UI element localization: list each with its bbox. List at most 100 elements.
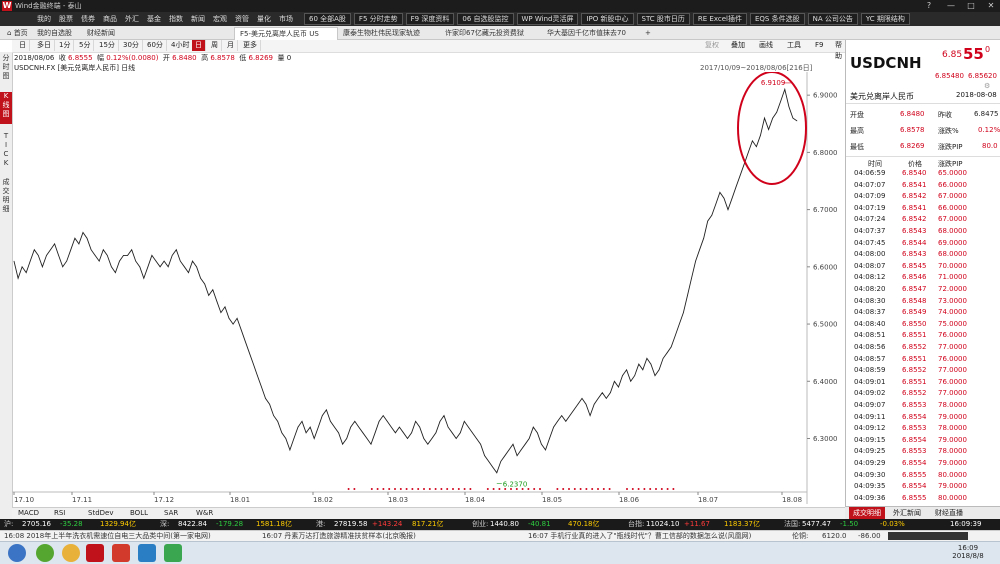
wind-w-icon[interactable] — [112, 544, 130, 562]
index-label[interactable]: 台指: — [628, 519, 644, 530]
period-5min[interactable]: 5分 — [76, 40, 95, 51]
period-toolbar: 日 多日 1分 5分 15分 30分 60分 4小时 日 周 月 更多 复权 叠… — [12, 40, 845, 60]
tab-usdcnh[interactable]: F5-美元兑离岸人民币 US — [234, 27, 338, 40]
fn-stock-screener[interactable]: EQS 条件选股 — [749, 13, 805, 25]
menu-item-market[interactable]: 市场 — [275, 12, 297, 26]
price-point — [236, 318, 238, 319]
price-point — [159, 266, 161, 268]
rail-tick[interactable]: TICK — [0, 132, 12, 172]
rail-kline[interactable]: K线图 — [0, 92, 12, 124]
menu-item-news[interactable]: 新闻 — [187, 12, 209, 26]
quote-price-main: 6.85 — [942, 50, 963, 60]
close-label: 收 — [58, 54, 66, 62]
price-point — [512, 443, 514, 445]
indicator-sar[interactable]: SAR — [164, 508, 178, 519]
period-multi-day[interactable]: 多日 — [34, 40, 55, 51]
signal-dot — [457, 488, 460, 490]
price-point — [378, 421, 380, 422]
indicator-wr[interactable]: W&R — [196, 508, 213, 519]
new-tab-icon[interactable]: + — [640, 27, 656, 39]
fn-intraday[interactable]: F5 分时走势 — [353, 13, 403, 25]
price-chart[interactable]: 6.3000 6.4000 6.5000 6.6000 6.7000 6.8000 6.90… — [12, 72, 845, 504]
fn-term-structure[interactable]: YC 期限结构 — [860, 13, 910, 25]
fn-watchlist-monitor[interactable]: 06 自选股监控 — [457, 13, 514, 25]
minimize-icon[interactable]: — — [946, 1, 956, 11]
tools-button[interactable]: 工具 — [784, 40, 804, 51]
tab-watchlist[interactable]: 我的自选股 — [32, 27, 77, 39]
volume-value: 0 — [286, 54, 292, 62]
tab-news-bgi[interactable]: 华大基因千亿市值抹去70 — [542, 27, 644, 39]
tab-home-label: 首页 — [13, 29, 28, 37]
period-60min[interactable]: 60分 — [144, 40, 167, 51]
indicator-rsi[interactable]: RSI — [54, 508, 65, 519]
menu-item-macro[interactable]: 宏观 — [209, 12, 231, 26]
menu-item-stocks[interactable]: 股票 — [55, 12, 77, 26]
app-icon[interactable] — [138, 544, 156, 562]
index-label[interactable]: 深: — [160, 519, 169, 530]
period-daily[interactable]: 日 — [192, 40, 206, 51]
fn-stock-calendar[interactable]: STC 股市日历 — [636, 13, 690, 25]
menu-item-quant[interactable]: 量化 — [253, 12, 275, 26]
menu-item-asset-mgmt[interactable]: 资管 — [231, 12, 253, 26]
tab-forex-news[interactable]: 外汇新闻 — [889, 507, 925, 519]
explorer-icon[interactable] — [62, 544, 80, 562]
f9-button[interactable]: F9 — [812, 40, 826, 51]
period-monthly[interactable]: 月 — [224, 40, 238, 51]
price-point — [200, 277, 201, 279]
menu-item-forex[interactable]: 外汇 — [121, 12, 143, 26]
wind-app-icon[interactable] — [86, 544, 104, 562]
menu-item-bonds[interactable]: 债券 — [77, 12, 99, 26]
settings-icon[interactable]: ⚙ — [984, 82, 990, 90]
tab-finance-live[interactable]: 财经直播 — [931, 507, 967, 519]
overlay-button[interactable]: 叠加 — [728, 40, 748, 51]
index-label[interactable]: 沪: — [4, 519, 13, 530]
fn-all-a-shares[interactable]: 60 全部A股 — [304, 13, 351, 25]
help-button[interactable]: 帮助 — [832, 40, 845, 60]
indicator-macd[interactable]: MACD — [18, 508, 39, 519]
index-label[interactable]: 法国: — [784, 519, 800, 530]
tab-trade-details[interactable]: 成交明细 — [849, 507, 885, 519]
fn-announcements[interactable]: NA 公司公告 — [807, 13, 858, 25]
period-1min[interactable]: 1分 — [56, 40, 75, 51]
tick-row: 04:07:45 6.8544 69.0000 — [846, 239, 1000, 248]
draw-button[interactable]: 画线 — [756, 40, 776, 51]
price-point — [334, 426, 335, 428]
rail-intraday[interactable]: 分时图 — [0, 54, 12, 86]
period-weekly[interactable]: 周 — [208, 40, 222, 51]
adjust-button[interactable]: 复权 — [702, 40, 722, 51]
fn-wind-screen[interactable]: WP Wind灵活屏 — [516, 13, 579, 25]
news-slider[interactable] — [888, 532, 968, 540]
period-day-top[interactable]: 日 — [16, 40, 30, 51]
menu-item-funds[interactable]: 基金 — [143, 12, 165, 26]
tab-home[interactable]: ⌂ 首页 — [2, 27, 33, 39]
tab-news-xujiayin[interactable]: 许家印67亿藏元投资费狱 — [440, 27, 542, 39]
period-more[interactable]: 更多 — [240, 40, 261, 51]
period-15min[interactable]: 15分 — [96, 40, 119, 51]
media-player-icon[interactable] — [164, 544, 182, 562]
period-30min[interactable]: 30分 — [120, 40, 143, 51]
menu-item-mine[interactable]: 我的 — [33, 12, 55, 26]
tab-news-kangtai[interactable]: 康泰生物杜伟民现家轨迹 — [338, 27, 440, 39]
menu-item-commodities[interactable]: 商品 — [99, 12, 121, 26]
tab-finance-news[interactable]: 财经新闻 — [82, 27, 120, 39]
change-value: 0.12%(0.0080) — [106, 54, 159, 62]
tick-list: 04:06:59 6.8540 65.0000 04:07:07 6.8541 66.00… — [846, 169, 1000, 505]
fn-ipo-center[interactable]: IPO 新股中心 — [581, 13, 634, 25]
rail-trades[interactable]: 成交明细 — [0, 178, 12, 220]
indicator-stddev[interactable]: StdDev — [88, 508, 113, 519]
ie-icon[interactable] — [36, 544, 54, 562]
tick-pip: 70.0000 — [938, 261, 967, 270]
menu-item-index[interactable]: 指数 — [165, 12, 187, 26]
period-4h[interactable]: 4小时 — [168, 40, 194, 51]
index-label[interactable]: 创业: — [472, 519, 488, 530]
index-label[interactable]: 港: — [316, 519, 325, 530]
start-icon[interactable] — [8, 544, 26, 562]
maximize-icon[interactable]: □ — [966, 1, 976, 11]
indicator-boll[interactable]: BOLL — [130, 508, 148, 519]
help-icon[interactable]: ? — [924, 1, 934, 11]
close-icon[interactable]: ✕ — [986, 1, 996, 11]
y-tick-label: 6.3000 — [813, 435, 838, 443]
price-point — [545, 449, 546, 451]
fn-deep-data[interactable]: F9 深度资料 — [405, 13, 455, 25]
fn-excel-plugin[interactable]: RE Excel插件 — [692, 13, 747, 25]
